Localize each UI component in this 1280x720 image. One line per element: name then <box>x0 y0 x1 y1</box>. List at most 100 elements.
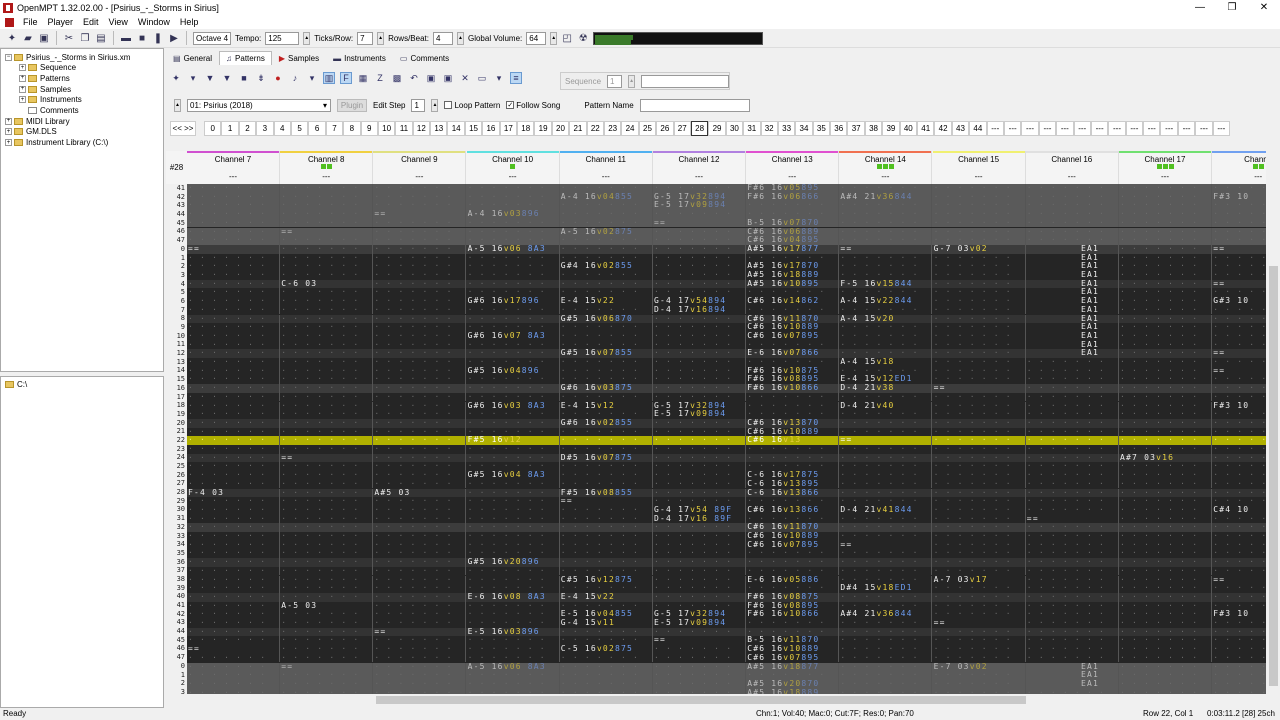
play-icon[interactable]: ▶ <box>168 32 180 44</box>
order-item[interactable]: 35 <box>812 121 831 136</box>
expand-icon[interactable]: + <box>19 64 26 72</box>
menu-window[interactable]: Window <box>133 17 175 27</box>
order-item[interactable]: 5 <box>290 121 309 136</box>
order-item[interactable]: --- <box>1021 121 1039 136</box>
empty-cell[interactable]: · · · · · · · <box>1026 505 1119 515</box>
overflow-icon[interactable]: ≡ <box>510 72 522 84</box>
vst-icon[interactable]: ♪ <box>289 72 301 84</box>
tree-item[interactable]: + Sequence <box>19 63 76 73</box>
channel-header-item[interactable]: Channel 7 --- <box>187 151 280 184</box>
new-pattern-icon[interactable]: ✦ <box>170 72 182 84</box>
sequence-name[interactable] <box>641 74 729 88</box>
empty-cell[interactable]: · · · · · · · <box>187 636 280 646</box>
file-browser[interactable]: C:\ <box>0 376 164 708</box>
order-item[interactable]: 8 <box>343 121 361 136</box>
global-volume-spin[interactable]: ▲ <box>550 31 558 45</box>
order-item[interactable]: 23 <box>603 121 622 136</box>
empty-cell[interactable]: · · · · · · · <box>280 218 374 228</box>
order-item[interactable]: 32 <box>760 121 778 136</box>
sequence-spin[interactable]: ▲ <box>628 74 636 88</box>
order-item[interactable]: --- <box>1056 121 1074 136</box>
tree-item[interactable]: + Instruments <box>19 95 82 105</box>
order-item[interactable]: 15 <box>464 121 483 136</box>
order-item[interactable]: 11 <box>395 121 413 136</box>
clear-icon[interactable]: ✕ <box>459 72 471 84</box>
order-item[interactable]: 14 <box>447 121 465 136</box>
document-icon[interactable] <box>5 17 14 27</box>
order-item[interactable]: --- <box>1125 121 1144 136</box>
midi-icon[interactable]: ▬ <box>120 32 132 44</box>
order-item[interactable]: --- <box>1108 121 1126 136</box>
order-item[interactable]: 40 <box>899 121 918 136</box>
empty-cell[interactable]: · · · · · · · <box>839 427 933 437</box>
tree-item[interactable]: − Psirius_-_Storms in Sirius.xm <box>5 52 130 62</box>
expand-icon[interactable]: + <box>19 74 26 82</box>
close-button[interactable]: ✕ <box>1248 0 1280 15</box>
order-item[interactable]: 36 <box>830 121 848 136</box>
grid-icon[interactable]: ▦ <box>357 72 369 84</box>
tab-samples[interactable]: ▶ Samples <box>272 51 326 65</box>
ticks-input[interactable]: 7 <box>357 31 374 45</box>
next-icon[interactable]: ▼ <box>221 72 233 84</box>
new-icon[interactable]: ✦ <box>6 32 18 44</box>
order-item[interactable]: --- <box>986 121 1004 136</box>
channel-header-item[interactable]: Channel 16 --- <box>1025 151 1119 184</box>
follow-song-checkbox[interactable]: ✓ Follow Song <box>506 101 560 110</box>
order-item[interactable]: 30 <box>725 121 744 136</box>
order-item[interactable]: 37 <box>847 121 865 136</box>
order-item[interactable]: 17 <box>499 121 518 136</box>
save-icon[interactable]: ▣ <box>38 32 50 44</box>
empty-cell[interactable]: · · · · · · · <box>373 618 467 628</box>
edit-step-input[interactable]: 1 <box>411 98 426 112</box>
open-icon[interactable]: ▰ <box>22 32 34 44</box>
menu-player[interactable]: Player <box>43 17 79 27</box>
order-item[interactable]: 20 <box>551 121 570 136</box>
order-item[interactable]: 9 <box>360 121 378 136</box>
expand-icon[interactable]: + <box>19 85 26 93</box>
ticks-spin[interactable]: ▲ <box>377 31 385 45</box>
properties-icon[interactable]: ▩ <box>391 72 403 84</box>
order-item[interactable]: 3 <box>256 121 274 136</box>
order-item[interactable]: 25 <box>638 121 657 136</box>
minimize-button[interactable]: — <box>1184 0 1216 15</box>
drive-item[interactable]: C:\ <box>5 379 27 389</box>
horizontal-scrollbar[interactable] <box>166 694 1267 706</box>
tree-item[interactable]: + GM.DLS <box>5 127 57 137</box>
tab-instruments[interactable]: ▬ Instruments <box>326 51 393 65</box>
tree-item[interactable]: + MIDI Library <box>5 116 70 126</box>
channel-header-item[interactable]: Channel 12 --- <box>653 151 746 184</box>
empty-cell[interactable]: · · · · · · · <box>187 235 280 245</box>
order-item[interactable]: 0 <box>204 121 222 136</box>
expand-icon[interactable]: + <box>5 117 12 125</box>
stop-icon[interactable]: ■ <box>136 32 148 44</box>
order-item[interactable]: 34 <box>795 121 813 136</box>
empty-cell[interactable]: · · · · · · · <box>839 531 933 541</box>
order-item[interactable]: 27 <box>673 121 691 136</box>
expand-icon[interactable]: ▣ <box>425 72 437 84</box>
order-item[interactable]: 16 <box>482 121 500 136</box>
zoom-icon[interactable]: Z <box>374 72 386 84</box>
order-item[interactable]: 39 <box>882 121 900 136</box>
channel-header-item[interactable]: Channel 10 --- <box>466 151 560 184</box>
order-item[interactable]: 13 <box>430 121 448 136</box>
follow-icon[interactable]: F <box>340 72 352 84</box>
order-item[interactable]: 7 <box>325 121 344 136</box>
octave-field[interactable]: Octave 4 <box>193 31 232 45</box>
layout-icon[interactable]: ▭ <box>476 72 488 84</box>
undo-icon[interactable]: ↶ <box>408 72 420 84</box>
pattern-grid[interactable]: · · · · · · · · · · · · · · · · · · · · · ·… <box>166 184 1266 694</box>
tree-item[interactable]: + Patterns <box>19 73 70 83</box>
stop-pattern-icon[interactable]: ■ <box>238 72 250 84</box>
tempo-input[interactable]: 125 <box>265 31 300 45</box>
order-item[interactable]: --- <box>1143 121 1161 136</box>
edit-step-spin[interactable]: ▲ <box>431 98 439 112</box>
panic-icon[interactable]: ☢ <box>577 32 589 44</box>
empty-cell[interactable]: · · · · · · · <box>653 627 746 637</box>
scroll-thumb[interactable] <box>1269 266 1278 686</box>
order-item[interactable]: --- <box>1038 121 1057 136</box>
order-item[interactable]: --- <box>1177 121 1196 136</box>
channel-header-item[interactable]: Channe --- <box>1212 151 1266 184</box>
order-item[interactable]: 22 <box>586 121 604 136</box>
dropdown-icon[interactable]: ▾ <box>306 72 318 84</box>
dropdown-icon[interactable]: ▾ <box>187 72 199 84</box>
